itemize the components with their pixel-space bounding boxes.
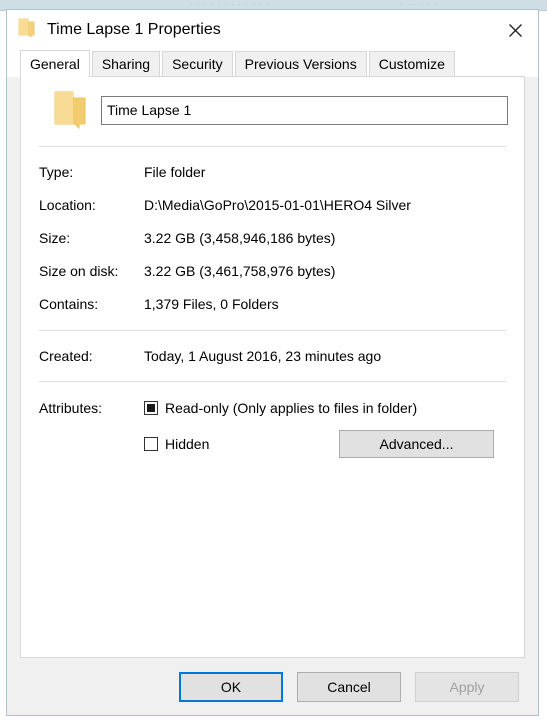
property-row-size: Size: 3.22 GB (3,458,946,186 bytes) xyxy=(39,214,506,247)
dialog-footer: OK Cancel Apply xyxy=(7,658,538,715)
readonly-checkbox[interactable] xyxy=(144,401,158,415)
tab-security[interactable]: Security xyxy=(162,51,233,77)
property-label-created: Created: xyxy=(39,348,93,364)
property-value-type: File folder xyxy=(144,164,206,180)
hidden-label: Hidden xyxy=(165,436,210,452)
background-ghost-text-left: · · · · · · · · · · · · xyxy=(190,0,270,9)
property-label-type: Type: xyxy=(39,164,74,180)
folder-icon xyxy=(18,18,35,43)
tab-general[interactable]: General xyxy=(20,50,90,77)
dialog-title: Time Lapse 1 Properties xyxy=(47,21,221,38)
ok-button[interactable]: OK xyxy=(179,671,283,702)
property-label-location: Location: xyxy=(39,197,96,213)
property-value-size-on-disk: 3.22 GB (3,461,758,976 bytes) xyxy=(144,263,336,279)
folder-name-input[interactable] xyxy=(101,95,508,125)
readonly-label: Read-only (Only applies to files in fold… xyxy=(165,400,418,416)
created-section: Created: Today, 1 August 2016, 23 minute… xyxy=(21,331,524,365)
close-button[interactable] xyxy=(492,10,538,50)
properties-list: Type: File folder Location: D:\Media\GoP… xyxy=(21,147,524,313)
attribute-row-hidden: Hidden Advanced... xyxy=(39,430,506,458)
properties-dialog: Time Lapse 1 Properties General Sharing … xyxy=(6,9,539,716)
property-value-created: Today, 1 August 2016, 23 minutes ago xyxy=(144,348,382,364)
property-row-size-on-disk: Size on disk: 3.22 GB (3,461,758,976 byt… xyxy=(39,247,506,280)
attributes-label: Attributes: xyxy=(39,400,103,416)
property-value-location: D:\Media\GoPro\2015-01-01\HERO4 Silver xyxy=(144,197,411,213)
property-row-location: Location: D:\Media\GoPro\2015-01-01\HERO… xyxy=(39,181,506,214)
property-label-contains: Contains: xyxy=(39,296,99,312)
title-bar: Time Lapse 1 Properties xyxy=(7,10,538,50)
general-tab-panel: Type: File folder Location: D:\Media\GoP… xyxy=(20,76,525,658)
property-label-size-on-disk: Size on disk: xyxy=(39,263,119,279)
hidden-checkbox[interactable] xyxy=(144,437,158,451)
property-row-created: Created: Today, 1 August 2016, 23 minute… xyxy=(39,331,506,365)
property-value-size: 3.22 GB (3,458,946,186 bytes) xyxy=(144,230,336,246)
tab-sharing[interactable]: Sharing xyxy=(91,51,161,77)
property-label-size: Size: xyxy=(39,230,71,246)
advanced-button[interactable]: Advanced... xyxy=(339,430,494,458)
property-value-contains: 1,379 Files, 0 Folders xyxy=(144,296,279,312)
tab-customize[interactable]: Customize xyxy=(368,51,455,77)
attribute-row-readonly: Attributes: Read-only (Only applies to f… xyxy=(39,397,506,419)
background-ghost-text-right: · · · · · · xyxy=(400,0,439,9)
tab-previous-versions[interactable]: Previous Versions xyxy=(234,51,367,77)
folder-name-row xyxy=(21,77,524,130)
tab-strip: General Sharing Security Previous Versio… xyxy=(7,50,538,77)
cancel-button[interactable]: Cancel xyxy=(297,671,401,702)
attributes-section: Attributes: Read-only (Only applies to f… xyxy=(21,382,524,458)
property-row-contains: Contains: 1,379 Files, 0 Folders xyxy=(39,280,506,313)
apply-button[interactable]: Apply xyxy=(415,671,519,702)
property-row-type: Type: File folder xyxy=(39,147,506,181)
folder-icon-large xyxy=(39,90,101,130)
